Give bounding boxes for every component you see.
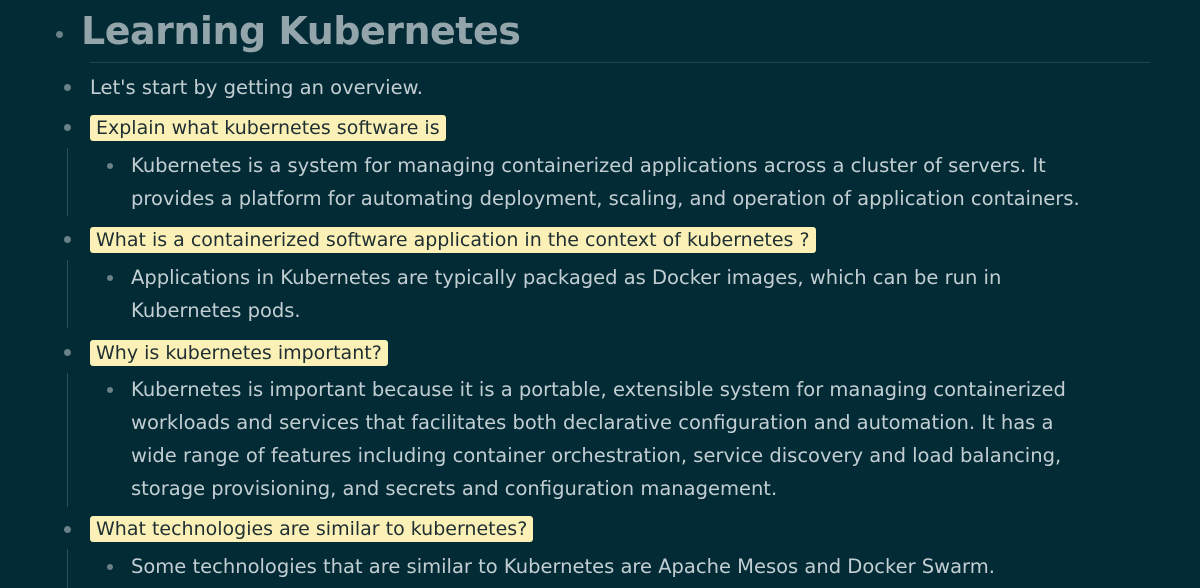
answer-line: Kubernetes is important because it is a …	[131, 378, 1066, 401]
answer-line: workloads and services that facilitates …	[131, 411, 1054, 434]
answer-bullet-icon[interactable]	[107, 275, 113, 281]
answer-bullet-icon[interactable]	[107, 387, 113, 393]
child-thread-line[interactable]	[67, 373, 68, 507]
notes-page: Learning Kubernetes Let's start by getti…	[0, 0, 1200, 588]
answer-line: Some technologies that are similar to Ku…	[131, 555, 995, 578]
highlighted-question: What technologies are similar to kuberne…	[90, 516, 534, 542]
title-bullet-icon[interactable]	[56, 30, 63, 38]
question-bullet-icon[interactable]	[64, 124, 71, 131]
title-divider	[90, 62, 1150, 63]
highlighted-question: Why is kubernetes important?	[90, 340, 388, 366]
answer-line: wide range of features including contain…	[131, 444, 1062, 467]
page-title[interactable]: Learning Kubernetes	[81, 9, 521, 53]
question-block[interactable]: Why is kubernetes important?	[90, 336, 388, 370]
answer-block[interactable]: Applications in Kubernetes are typically…	[131, 261, 1151, 327]
child-thread-line[interactable]	[67, 549, 68, 588]
answer-line: provides a platform for automating deplo…	[131, 187, 1080, 210]
answer-line: storage provisioning, and secrets and co…	[131, 477, 778, 500]
answer-line: Kubernetes pods.	[131, 299, 301, 322]
highlighted-question: Explain what kubernetes software is	[90, 115, 446, 141]
question-block[interactable]: Explain what kubernetes software is	[90, 111, 446, 145]
answer-line: Kubernetes is a system for managing cont…	[131, 154, 1046, 177]
child-thread-line[interactable]	[67, 260, 68, 328]
answer-block[interactable]: Some technologies that are similar to Ku…	[131, 550, 1151, 583]
answer-line: Applications in Kubernetes are typically…	[131, 266, 1002, 289]
answer-block[interactable]: Kubernetes is a system for managing cont…	[131, 149, 1151, 215]
answer-bullet-icon[interactable]	[107, 163, 113, 169]
intro-bullet-icon[interactable]	[64, 84, 71, 91]
answer-block[interactable]: Kubernetes is important because it is a …	[131, 373, 1151, 505]
question-block[interactable]: What technologies are similar to kuberne…	[90, 512, 534, 546]
intro-block[interactable]: Let's start by getting an overview.	[90, 71, 423, 104]
answer-bullet-icon[interactable]	[107, 564, 113, 570]
question-bullet-icon[interactable]	[64, 526, 71, 533]
question-bullet-icon[interactable]	[64, 349, 71, 356]
question-bullet-icon[interactable]	[64, 236, 71, 243]
question-block[interactable]: What is a containerized software applica…	[90, 223, 816, 257]
highlighted-question: What is a containerized software applica…	[90, 227, 816, 253]
child-thread-line[interactable]	[67, 148, 68, 216]
page-title-row: Learning Kubernetes	[56, 4, 521, 58]
